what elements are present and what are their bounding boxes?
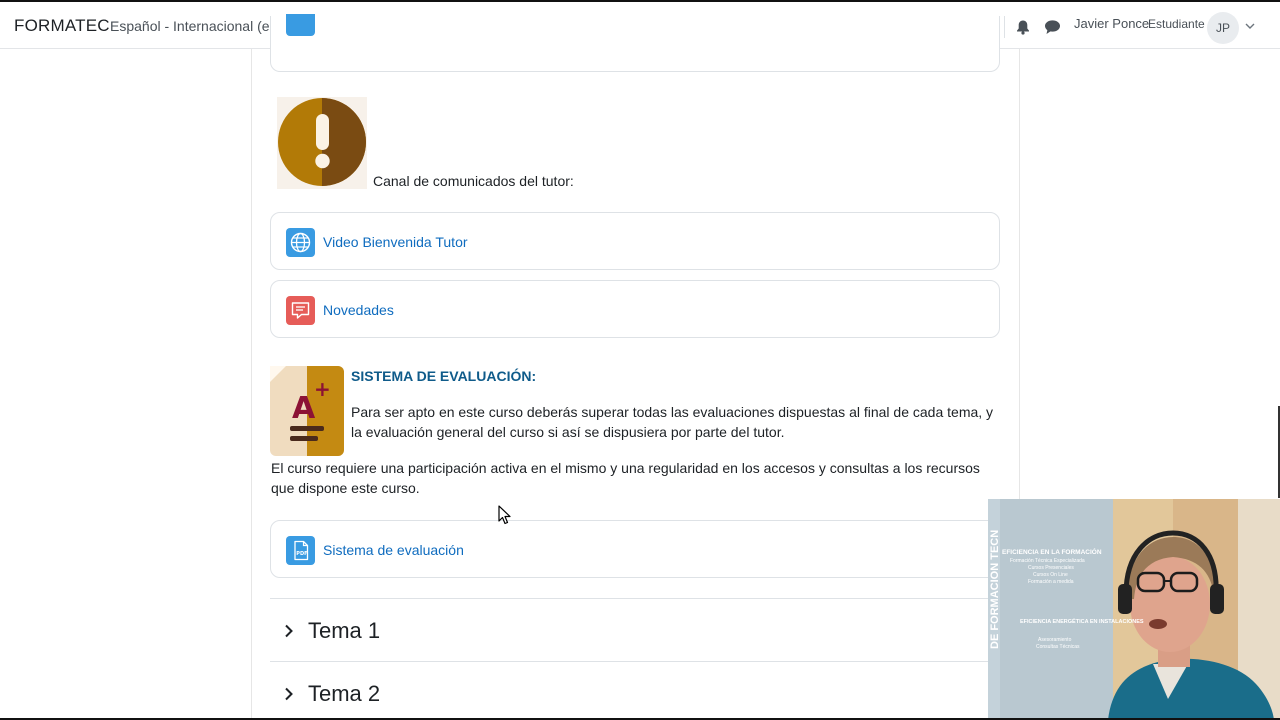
section-divider: [270, 661, 1000, 662]
svg-text:PDF: PDF: [296, 551, 307, 557]
svg-text:A: A: [292, 391, 316, 426]
language-selector[interactable]: Español - Internacional (es): [110, 18, 294, 34]
section-tema-1[interactable]: Tema 1: [270, 611, 990, 651]
user-menu-chevron-icon[interactable]: [1245, 22, 1255, 30]
navbar-divider: [1004, 16, 1005, 38]
poster-text: Consultas Técnicas: [1036, 644, 1080, 650]
site-brand[interactable]: FORMATEC: [14, 16, 110, 36]
activity-novedades[interactable]: Novedades: [270, 280, 1000, 338]
poster-text: Formación Técnica Especializada: [1010, 558, 1085, 564]
evaluation-paragraph-2: El curso requiere una participación acti…: [271, 460, 980, 496]
content-column-border-left: [251, 49, 252, 720]
section-tema-2[interactable]: Tema 2: [270, 674, 990, 714]
bell-icon[interactable]: [1015, 19, 1031, 35]
announcement-label: Canal de comunicados del tutor:: [373, 173, 574, 189]
globe-icon: [286, 228, 315, 257]
webcam-overlay: EFICIENCIA EN LA FORMACIÓN Formación Téc…: [988, 499, 1280, 720]
globe-icon: [286, 14, 315, 36]
resource-sistema-evaluacion[interactable]: PDF Sistema de evaluación: [270, 520, 1000, 578]
poster-text: EFICIENCIA EN LA FORMACIÓN: [1002, 547, 1102, 556]
section-title[interactable]: Tema 1: [308, 618, 380, 644]
alert-announcement-icon: [277, 97, 367, 189]
forum-icon: [286, 296, 315, 325]
svg-text:+: +: [314, 377, 331, 401]
chevron-right-icon[interactable]: [282, 687, 296, 701]
mouse-cursor-icon: [498, 505, 511, 525]
resource-link[interactable]: Sistema de evaluación: [323, 542, 464, 558]
chat-icon[interactable]: [1044, 19, 1061, 35]
activity-video-bienvenida[interactable]: Video Bienvenida Tutor: [270, 212, 1000, 270]
poster-vertical-text: DE FORMACION TECN: [989, 530, 1001, 649]
user-name[interactable]: Javier Ponce: [1074, 16, 1149, 31]
content-column-border-right: [1019, 49, 1020, 499]
evaluation-title: SISTEMA DE EVALUACIÓN:: [351, 368, 537, 384]
section-title[interactable]: Tema 2: [308, 681, 380, 707]
webcam-video-frame: EFICIENCIA EN LA FORMACIÓN Formación Téc…: [988, 499, 1280, 720]
language-label: Español - Internacional (es): [110, 18, 282, 34]
evaluation-paragraph-1: Para ser apto en este curso deberás supe…: [351, 404, 994, 440]
poster-text: Cursos On Line: [1033, 572, 1068, 578]
chevron-right-icon[interactable]: [282, 624, 296, 638]
poster-text: EFICIENCIA ENERGÉTICA EN INSTALACIONES: [1020, 617, 1144, 625]
poster-text: Cursos Presenciales: [1028, 565, 1074, 571]
avatar[interactable]: JP: [1207, 12, 1239, 44]
activity-link[interactable]: Novedades: [323, 302, 394, 318]
pdf-icon: PDF: [286, 536, 315, 565]
poster-text: Formación a medida: [1028, 579, 1074, 585]
poster-text: Asesoramiento: [1038, 637, 1072, 643]
activity-card-partial[interactable]: [270, 14, 1000, 72]
user-role: Estudiante: [1148, 17, 1205, 31]
section-divider: [270, 598, 1000, 599]
grade-document-icon: A +: [270, 366, 344, 456]
activity-link[interactable]: Video Bienvenida Tutor: [323, 234, 468, 250]
